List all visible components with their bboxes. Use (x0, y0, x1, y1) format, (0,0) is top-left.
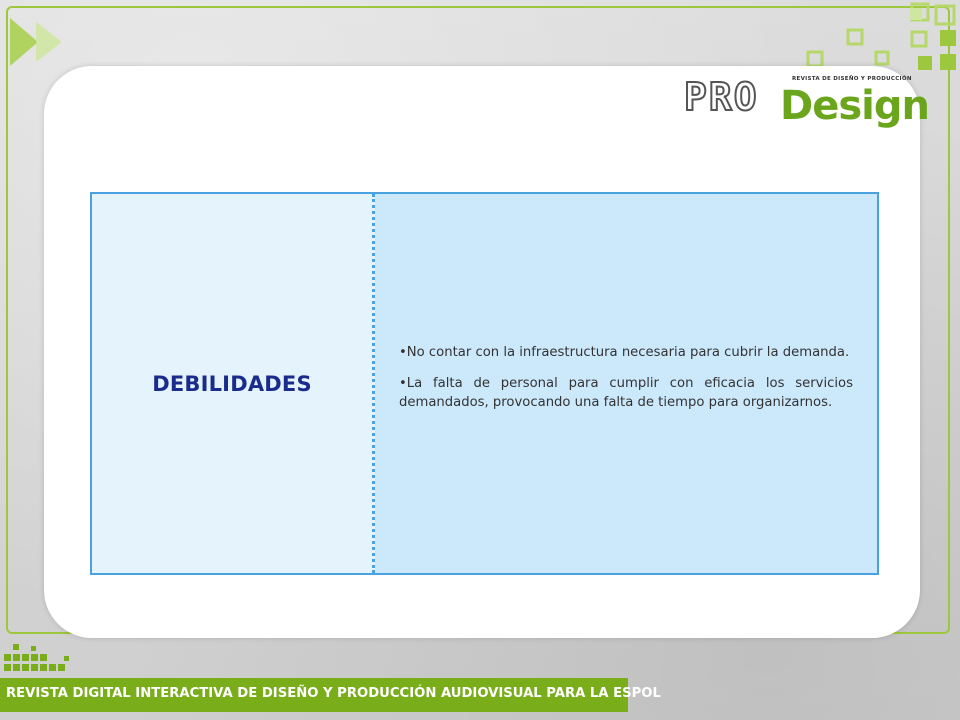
table-heading: DEBILIDADES (152, 371, 312, 396)
prodesign-logo: PRO REVISTA DE DISEÑO Y PRODUCCIÓN Desig… (683, 72, 930, 132)
pixel-pattern-icon (4, 644, 69, 671)
table-content-cell: •No contar con la infraestructura necesa… (375, 194, 877, 573)
play-arrow-icon (10, 18, 62, 66)
footer-text: REVISTA DIGITAL INTERACTIVA DE DISEÑO Y … (6, 686, 661, 701)
list-item: •No contar con la infraestructura necesa… (399, 345, 850, 360)
swot-table: DEBILIDADES •No contar con la infraestru… (90, 192, 879, 575)
logo-subtitle: REVISTA DE DISEÑO Y PRODUCCIÓN (792, 76, 912, 82)
table-heading-cell: DEBILIDADES (92, 194, 375, 573)
list-item: •La falta de personal para cumplir con e… (399, 376, 853, 410)
logo-design-text: Design (780, 83, 930, 129)
logo-pro-text: PRO (683, 75, 759, 119)
